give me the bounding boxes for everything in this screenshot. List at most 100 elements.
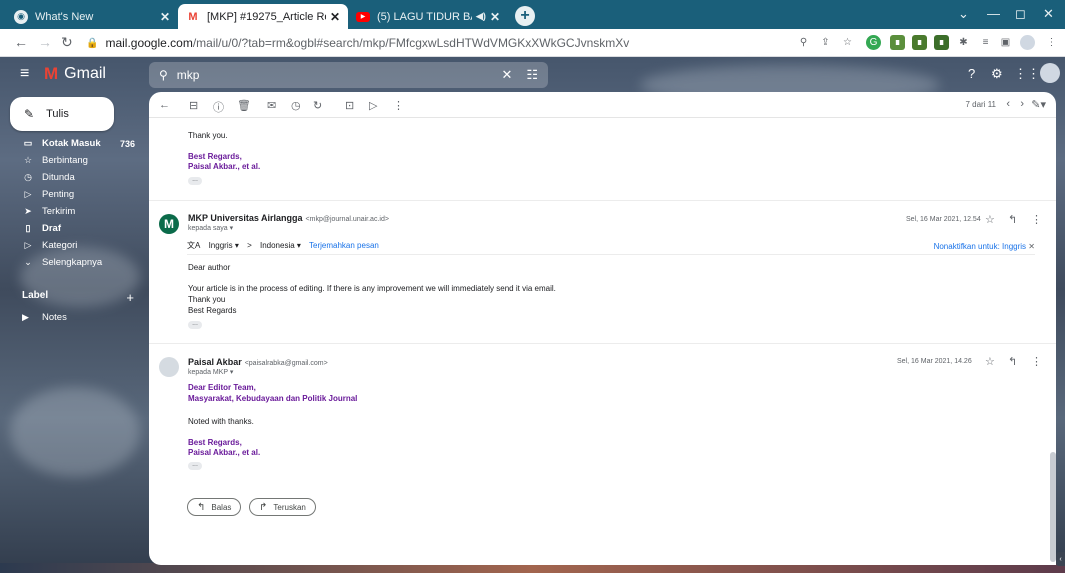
forward-icon[interactable]: → xyxy=(38,34,52,50)
label-icon[interactable]: ▷ xyxy=(369,99,377,112)
msg2-regards: Best Regards xyxy=(188,306,237,315)
message-more-icon[interactable]: ⋮ xyxy=(1031,213,1042,226)
reading-list-icon[interactable]: ≡ xyxy=(978,35,993,50)
main-menu-icon[interactable]: ≡ xyxy=(20,65,29,83)
side-panel-icon[interactable]: ▣ xyxy=(998,35,1013,50)
search-input[interactable]: mkp xyxy=(177,68,488,82)
message-more-icon[interactable]: ⋮ xyxy=(1031,355,1042,368)
tab-youtube[interactable]: ▶ (5) LAGU TIDUR BAYI ISLAMI ◀) ✕ xyxy=(348,4,508,29)
back-icon[interactable]: ← xyxy=(14,34,28,50)
sidebar-item-label: Kotak Masuk xyxy=(42,138,101,149)
add-label-icon[interactable]: + xyxy=(126,290,134,305)
sidebar-label-notes[interactable]: ▶ Notes xyxy=(22,312,67,323)
show-side-panel-icon[interactable]: ‹ xyxy=(1056,552,1065,566)
sidebar-item-label: Terkirim xyxy=(42,206,76,217)
close-tab-icon[interactable]: ✕ xyxy=(160,10,170,24)
input-tools-icon[interactable]: ✎▾ xyxy=(1031,98,1046,111)
settings-gear-icon[interactable]: ⚙ xyxy=(991,66,1003,82)
star-toggle-icon[interactable]: ☆ xyxy=(985,355,995,368)
target-language-select[interactable]: Indonesia ▾ xyxy=(260,241,301,250)
add-to-tasks-icon[interactable]: ↻ xyxy=(313,99,322,112)
move-to-icon[interactable]: ⊡ xyxy=(345,99,354,112)
sidebar-item-penting[interactable]: ▷ Penting xyxy=(0,186,145,203)
sidebar-item-label: Penting xyxy=(42,189,75,200)
close-tab-icon[interactable]: ✕ xyxy=(490,10,500,24)
delete-icon[interactable]: 🗑 xyxy=(237,99,251,112)
sidebar-item-draf[interactable]: ▯ Draf xyxy=(0,220,145,237)
show-trimmed-content-icon[interactable]: ... xyxy=(188,461,202,470)
sidebar-item-terkirim[interactable]: ➤ Terkirim xyxy=(0,203,145,220)
clock-icon: ◷ xyxy=(24,172,32,182)
older-icon[interactable]: › xyxy=(1020,98,1024,110)
show-trimmed-content-icon[interactable]: ... xyxy=(188,320,202,329)
tab-mkp-article[interactable]: M [MKP] #19275_Article Revision 3 ✕ xyxy=(178,4,348,29)
msg2-sender[interactable]: MKP Universitas Airlangga <mkp@journal.un… xyxy=(188,213,389,223)
disable-translate-link[interactable]: Nonaktifkan untuk: Inggris ✕ xyxy=(934,242,1035,251)
profile-avatar[interactable] xyxy=(1020,35,1035,50)
gmail-logo[interactable]: M Gmail xyxy=(44,64,106,84)
source-language-select[interactable]: Inggris ▾ xyxy=(209,241,239,250)
msg3-sender[interactable]: Paisal Akbar <paisalrabka@gmail.com> xyxy=(188,357,328,367)
close-tab-icon[interactable]: ✕ xyxy=(330,10,340,24)
snooze-icon[interactable]: ◷ xyxy=(291,99,301,112)
close-icon[interactable]: ✕ xyxy=(1028,242,1035,251)
compose-button[interactable]: ✎ Tulis xyxy=(10,97,114,131)
archive-icon[interactable]: ⊟ xyxy=(189,99,198,112)
minimize-icon[interactable]: — xyxy=(987,6,1000,21)
caret-down-icon: ▾ xyxy=(229,225,234,232)
tab-whats-new[interactable]: ◉ What's New ✕ xyxy=(6,4,178,29)
sidebar-item-selengkapnya[interactable]: ⌄ Selengkapnya xyxy=(0,254,145,271)
reload-icon[interactable]: ↻ xyxy=(61,34,73,51)
sender-avatar[interactable] xyxy=(159,357,179,377)
pencil-icon: ✎ xyxy=(24,107,35,121)
search-options-icon[interactable]: ☷ xyxy=(526,67,538,83)
back-to-list-icon[interactable]: ← xyxy=(159,99,170,111)
message-toolbar: ← ⊟ ⓘ 🗑 ✉ ◷ ↻ ⊡ ▷ ⋮ 7 dari 11 ‹ › ✎▾ xyxy=(149,92,1056,118)
sidebar-item-kategori[interactable]: ▷ Kategori xyxy=(0,237,145,254)
report-spam-icon[interactable]: ⓘ xyxy=(213,99,224,115)
extension-c-icon[interactable]: ∎ xyxy=(934,35,949,50)
extension-b-icon[interactable]: ∎ xyxy=(912,35,927,50)
caret-down-icon: ▾ xyxy=(229,369,234,376)
translate-bar: 文A Inggris ▾ > Indonesia ▾ Terjemahkan p… xyxy=(187,240,1035,255)
msg2-body: Your article is in the process of editin… xyxy=(188,284,556,293)
help-icon[interactable]: ? xyxy=(968,66,975,81)
apps-grid-icon[interactable]: ⋮⋮ xyxy=(1014,66,1040,82)
bookmark-star-icon[interactable]: ☆ xyxy=(840,35,855,50)
scrollbar[interactable] xyxy=(1050,452,1056,562)
reply-button[interactable]: ↰ Balas xyxy=(187,498,242,516)
msg2-thanks: Thank you xyxy=(188,295,226,304)
mark-unread-icon[interactable]: ✉ xyxy=(267,99,276,112)
translate-message-link[interactable]: Terjemahkan pesan xyxy=(309,241,379,250)
newer-icon[interactable]: ‹ xyxy=(1006,98,1010,110)
zoom-icon[interactable]: ⚲ xyxy=(796,35,811,50)
sidebar-item-berbintang[interactable]: ☆ Berbintang xyxy=(0,152,145,169)
mail-search-bar[interactable]: ⚲ mkp ✕ ☷ xyxy=(149,62,548,88)
tab-title: (5) LAGU TIDUR BAYI ISLAMI xyxy=(377,10,472,23)
more-options-icon[interactable]: ⋮ xyxy=(393,99,404,112)
browser-menu-icon[interactable]: ⋮ xyxy=(1044,35,1059,50)
address-bar[interactable]: 🔒 mail.google.com /mail/u/0/?tab=rm&ogbl… xyxy=(86,33,711,53)
forward-button[interactable]: ↱ Teruskan xyxy=(249,498,316,516)
lock-icon: 🔒 xyxy=(86,37,99,49)
extension-a-icon[interactable]: ∎ xyxy=(890,35,905,50)
extension-green-icon[interactable]: G xyxy=(866,35,881,50)
new-tab-button[interactable]: + xyxy=(515,6,535,26)
window-close-icon[interactable]: ✕ xyxy=(1043,6,1054,22)
search-icon[interactable]: ⚲ xyxy=(159,68,168,82)
reply-icon[interactable]: ↰ xyxy=(1008,355,1017,368)
clear-search-icon[interactable]: ✕ xyxy=(501,67,512,83)
show-trimmed-content-icon[interactable]: ... xyxy=(188,176,202,185)
share-icon[interactable]: ⇪ xyxy=(818,35,833,50)
extensions-puzzle-icon[interactable]: ✱ xyxy=(956,35,971,50)
sidebar-item-kotak-masuk[interactable]: ▭ Kotak Masuk 736 xyxy=(0,135,145,152)
maximize-icon[interactable]: ◻ xyxy=(1015,6,1026,22)
star-toggle-icon[interactable]: ☆ xyxy=(985,213,995,226)
sender-avatar[interactable]: M xyxy=(159,214,179,234)
reply-icon[interactable]: ↰ xyxy=(1008,213,1017,226)
account-avatar[interactable] xyxy=(1040,63,1060,83)
tab-search-icon[interactable]: ⌄ xyxy=(958,6,969,22)
msg3-recipient[interactable]: kepada MKP ▾ xyxy=(188,368,233,376)
sidebar-item-ditunda[interactable]: ◷ Ditunda xyxy=(0,169,145,186)
msg2-recipient[interactable]: kepada saya ▾ xyxy=(188,224,233,232)
